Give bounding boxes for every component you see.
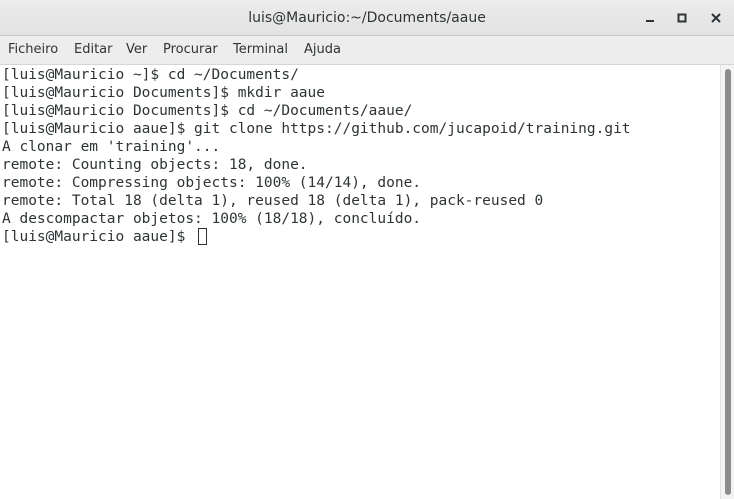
close-icon bbox=[711, 13, 721, 23]
terminal-window: luis@Mauricio:~/Documents/aaue Ficheiro … bbox=[0, 0, 734, 499]
menu-procurar[interactable]: Procurar bbox=[163, 36, 218, 64]
terminal-line: A descompactar objetos: 100% (18/18), co… bbox=[2, 211, 422, 227]
menu-ver[interactable]: Ver bbox=[126, 36, 147, 64]
close-button[interactable] bbox=[704, 6, 728, 30]
maximize-icon bbox=[677, 13, 687, 23]
menu-ajuda[interactable]: Ajuda bbox=[304, 36, 341, 64]
terminal-cursor bbox=[198, 228, 207, 245]
menu-bar: Ficheiro Editar Ver Procurar Terminal Aj… bbox=[0, 36, 734, 65]
terminal-line: remote: Counting objects: 18, done. bbox=[2, 157, 308, 173]
terminal-line: remote: Total 18 (delta 1), reused 18 (d… bbox=[2, 193, 544, 209]
terminal-line: [luis@Mauricio aaue]$ git clone https://… bbox=[2, 121, 631, 137]
terminal-line: remote: Compressing objects: 100% (14/14… bbox=[2, 175, 422, 191]
title-bar[interactable]: luis@Mauricio:~/Documents/aaue bbox=[0, 0, 734, 36]
terminal-prompt: [luis@Mauricio aaue]$ bbox=[2, 229, 195, 245]
maximize-button[interactable] bbox=[670, 6, 694, 30]
minimize-icon bbox=[646, 20, 654, 22]
terminal-line: [luis@Mauricio Documents]$ mkdir aaue bbox=[2, 85, 326, 101]
terminal-line: [luis@Mauricio Documents]$ cd ~/Document… bbox=[2, 103, 413, 119]
terminal-line: [luis@Mauricio ~]$ cd ~/Documents/ bbox=[2, 67, 299, 83]
terminal-output[interactable]: [luis@Mauricio ~]$ cd ~/Documents/ [luis… bbox=[0, 65, 720, 499]
terminal-line: A clonar em 'training'... bbox=[2, 139, 221, 155]
scrollbar-thumb[interactable] bbox=[725, 69, 731, 495]
menu-ficheiro[interactable]: Ficheiro bbox=[8, 36, 58, 64]
menu-editar[interactable]: Editar bbox=[74, 36, 113, 64]
window-title: luis@Mauricio:~/Documents/aaue bbox=[248, 10, 486, 26]
minimize-button[interactable] bbox=[638, 6, 662, 30]
menu-terminal[interactable]: Terminal bbox=[233, 36, 288, 64]
scrollbar[interactable] bbox=[720, 65, 734, 499]
